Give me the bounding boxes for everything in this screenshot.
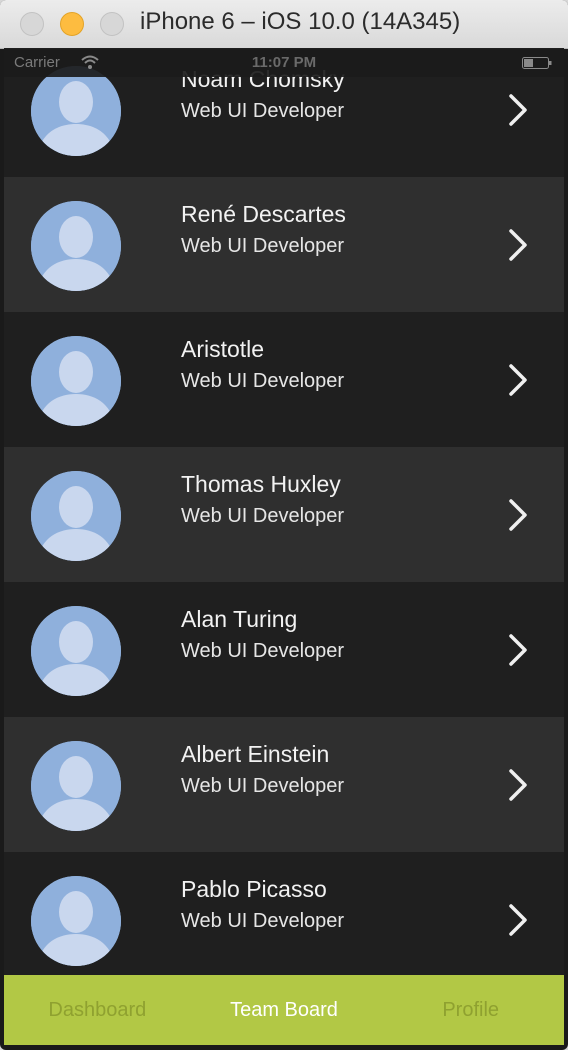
list-item[interactable]: René Descartes Web UI Developer [4,177,564,312]
list-item[interactable]: Alan Turing Web UI Developer [4,582,564,717]
person-silhouette-icon [31,201,121,291]
person-silhouette-icon [31,336,121,426]
person-name: René Descartes [181,201,346,227]
person-name: Albert Einstein [181,741,330,767]
person-name: Alan Turing [181,606,298,632]
person-role: Web UI Developer [181,235,345,257]
window-title: iPhone 6 – iOS 10.0 (14A345) [140,8,461,35]
chevron-right-icon[interactable] [508,498,528,532]
list-item[interactable]: Thomas Huxley Web UI Developer [4,447,564,582]
close-window-button[interactable] [20,12,44,36]
person-role: Web UI Developer [181,370,345,392]
person-role: Web UI Developer [181,505,345,527]
person-silhouette-icon [31,876,121,966]
person-name: Pablo Picasso [181,876,327,902]
team-list[interactable]: Noam Chomsky Web UI Developer René Desca… [4,48,564,975]
chevron-right-icon[interactable] [508,93,528,127]
tab-team-board[interactable]: Team Board [191,975,378,1045]
chevron-right-icon[interactable] [508,633,528,667]
person-name: Aristotle [181,336,265,362]
tab-dashboard[interactable]: Dashboard [4,975,191,1045]
person-role: Web UI Developer [181,100,345,122]
list-item[interactable]: Aristotle Web UI Developer [4,312,564,447]
tab-profile[interactable]: Profile [377,975,564,1045]
chevron-right-icon[interactable] [508,363,528,397]
chevron-right-icon[interactable] [508,768,528,802]
list-item[interactable]: Pablo Picasso Web UI Developer [4,852,564,975]
person-silhouette-icon [31,471,121,561]
zoom-window-button[interactable] [100,12,124,36]
ios-status-bar: Carrier 11:07 PM [4,49,564,77]
status-time: 11:07 PM [251,54,317,71]
list-item[interactable]: Albert Einstein Web UI Developer [4,717,564,852]
person-role: Web UI Developer [181,640,345,662]
battery-icon [522,57,552,69]
chevron-right-icon[interactable] [508,228,528,262]
person-name: Thomas Huxley [181,471,341,497]
chevron-right-icon[interactable] [508,903,528,937]
person-silhouette-icon [31,66,121,156]
person-role: Web UI Developer [181,910,345,932]
person-role: Web UI Developer [181,775,345,797]
minimize-window-button[interactable] [60,12,84,36]
tab-bar: Dashboard Team Board Profile [4,975,564,1045]
person-silhouette-icon [31,606,121,696]
person-silhouette-icon [31,741,121,831]
window-titlebar: iPhone 6 – iOS 10.0 (14A345) [0,0,568,49]
simulator-window: iPhone 6 – iOS 10.0 (14A345) Noam Chomsk… [0,0,568,1050]
